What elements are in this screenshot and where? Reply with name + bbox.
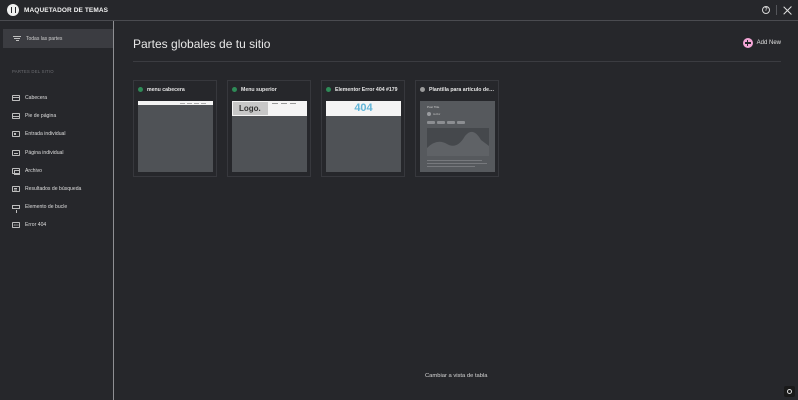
card-header: Elementor Error 404 #179 <box>326 85 401 94</box>
sidebar-item-label: Entrada individual <box>25 131 66 138</box>
thumbnail-chip <box>427 121 435 124</box>
site-parts-section-label: PARTES DEL SITIO <box>12 69 54 74</box>
main-content: Partes globales de tu sitio Add New menu… <box>115 21 798 400</box>
close-icon[interactable] <box>783 6 792 15</box>
sidebar-item-label: Elemento de bucle <box>25 204 68 211</box>
status-draft-icon <box>420 87 425 92</box>
error-404-icon: 404 <box>12 222 20 229</box>
page-title: Partes globales de tu sitio <box>133 37 271 51</box>
template-card[interactable]: menu cabecera <box>133 80 217 177</box>
add-new-button[interactable]: Add New <box>742 38 781 48</box>
card-title: Elementor Error 404 #179 <box>335 86 398 93</box>
sidebar-item-single-post[interactable]: Entrada individual <box>12 125 81 143</box>
sidebar-item-label: Cabecera <box>25 95 48 102</box>
card-title: menu cabecera <box>147 86 185 93</box>
site-parts-nav: Cabecera Pie de página Entrada individua… <box>12 89 81 235</box>
corner-settings-button[interactable] <box>784 386 795 397</box>
card-thumbnail[interactable]: Post Title Author <box>420 101 495 172</box>
plus-icon <box>742 38 753 48</box>
status-published-icon <box>326 87 331 92</box>
sidebar-item-label: Página individual <box>25 149 64 156</box>
sidebar-item-label: Archivo <box>25 167 42 174</box>
status-published-icon <box>232 87 237 92</box>
card-header: Plantilla para artículo del ... <box>420 85 495 94</box>
thumbnail-text-line <box>427 166 475 167</box>
thumbnail-404-text: 404 <box>326 101 401 116</box>
sidebar-item-label: Pie de página <box>25 113 57 120</box>
loop-item-icon <box>12 205 20 214</box>
top-bar-actions: ? <box>762 4 792 16</box>
thumbnail-chip <box>457 121 465 124</box>
template-card[interactable]: Plantilla para artículo del ... Post Tit… <box>415 80 499 177</box>
thumbnail-avatar <box>427 112 431 116</box>
sidebar-item-label: Error 404 <box>25 222 47 229</box>
card-header: Menu superior <box>232 85 307 94</box>
help-icon[interactable]: ? <box>762 6 770 14</box>
sidebar-item-error-404[interactable]: 404 Error 404 <box>12 216 81 234</box>
thumbnail-header: Logo. <box>232 101 307 116</box>
thumbnail-chip <box>447 121 455 124</box>
sidebar-item-label: Resultados de búsqueda <box>25 186 82 193</box>
sidebar-item-header[interactable]: Cabecera <box>12 89 81 107</box>
thumbnail-author: Author <box>433 112 441 116</box>
all-parts-label: Todas las partes <box>26 35 63 42</box>
thumbnail-logo-text: Logo. <box>233 102 268 115</box>
app-title: MAQUETADOR DE TEMAS <box>24 6 109 14</box>
top-bar: MAQUETADOR DE TEMAS ? <box>0 0 798 21</box>
filter-icon <box>13 35 21 42</box>
card-title: Menu superior <box>241 86 277 93</box>
search-results-icon <box>12 186 20 193</box>
template-card[interactable]: Elementor Error 404 #179 404 <box>321 80 405 177</box>
elementor-logo-icon <box>7 4 19 16</box>
thumbnail-chip <box>437 121 445 124</box>
sidebar-item-search-results[interactable]: Resultados de búsqueda <box>12 180 81 198</box>
status-published-icon <box>138 87 143 92</box>
card-thumbnail[interactable] <box>138 101 213 172</box>
template-cards: menu cabecera Menu superior Logo. Elemen… <box>133 80 499 177</box>
switch-to-table-view-link[interactable]: Cambiar a vista de tabla <box>425 373 488 379</box>
sidebar-item-loop-item[interactable]: Elemento de bucle <box>12 198 81 216</box>
single-post-icon <box>12 131 20 138</box>
thumbnail-text-line <box>427 160 482 161</box>
sidebar-item-single-page[interactable]: Página individual <box>12 144 81 162</box>
sidebar-item-footer[interactable]: Pie de página <box>12 107 81 125</box>
thumbnail-text-line <box>427 163 487 164</box>
thumbnail-post-title: Post Title <box>427 105 440 109</box>
top-bar-divider <box>776 5 777 15</box>
sidebar-item-archive[interactable]: Archivo <box>12 162 81 180</box>
card-thumbnail[interactable]: 404 <box>326 101 401 172</box>
card-header: menu cabecera <box>138 85 213 94</box>
thumbnail-menu-bar <box>138 101 213 105</box>
sidebar: Todas las partes PARTES DEL SITIO Cabece… <box>0 21 114 400</box>
footer-icon <box>12 113 20 120</box>
thumbnail-image <box>427 128 489 156</box>
header-icon <box>12 95 20 102</box>
all-parts-button[interactable]: Todas las partes <box>3 29 113 48</box>
card-title: Plantilla para artículo del ... <box>429 86 495 93</box>
add-new-label: Add New <box>756 40 781 46</box>
header-divider <box>133 61 781 62</box>
card-thumbnail[interactable]: Logo. <box>232 101 307 172</box>
template-card[interactable]: Menu superior Logo. <box>227 80 311 177</box>
single-page-icon <box>12 149 20 156</box>
settings-icon <box>787 389 792 394</box>
archive-icon <box>12 167 20 175</box>
